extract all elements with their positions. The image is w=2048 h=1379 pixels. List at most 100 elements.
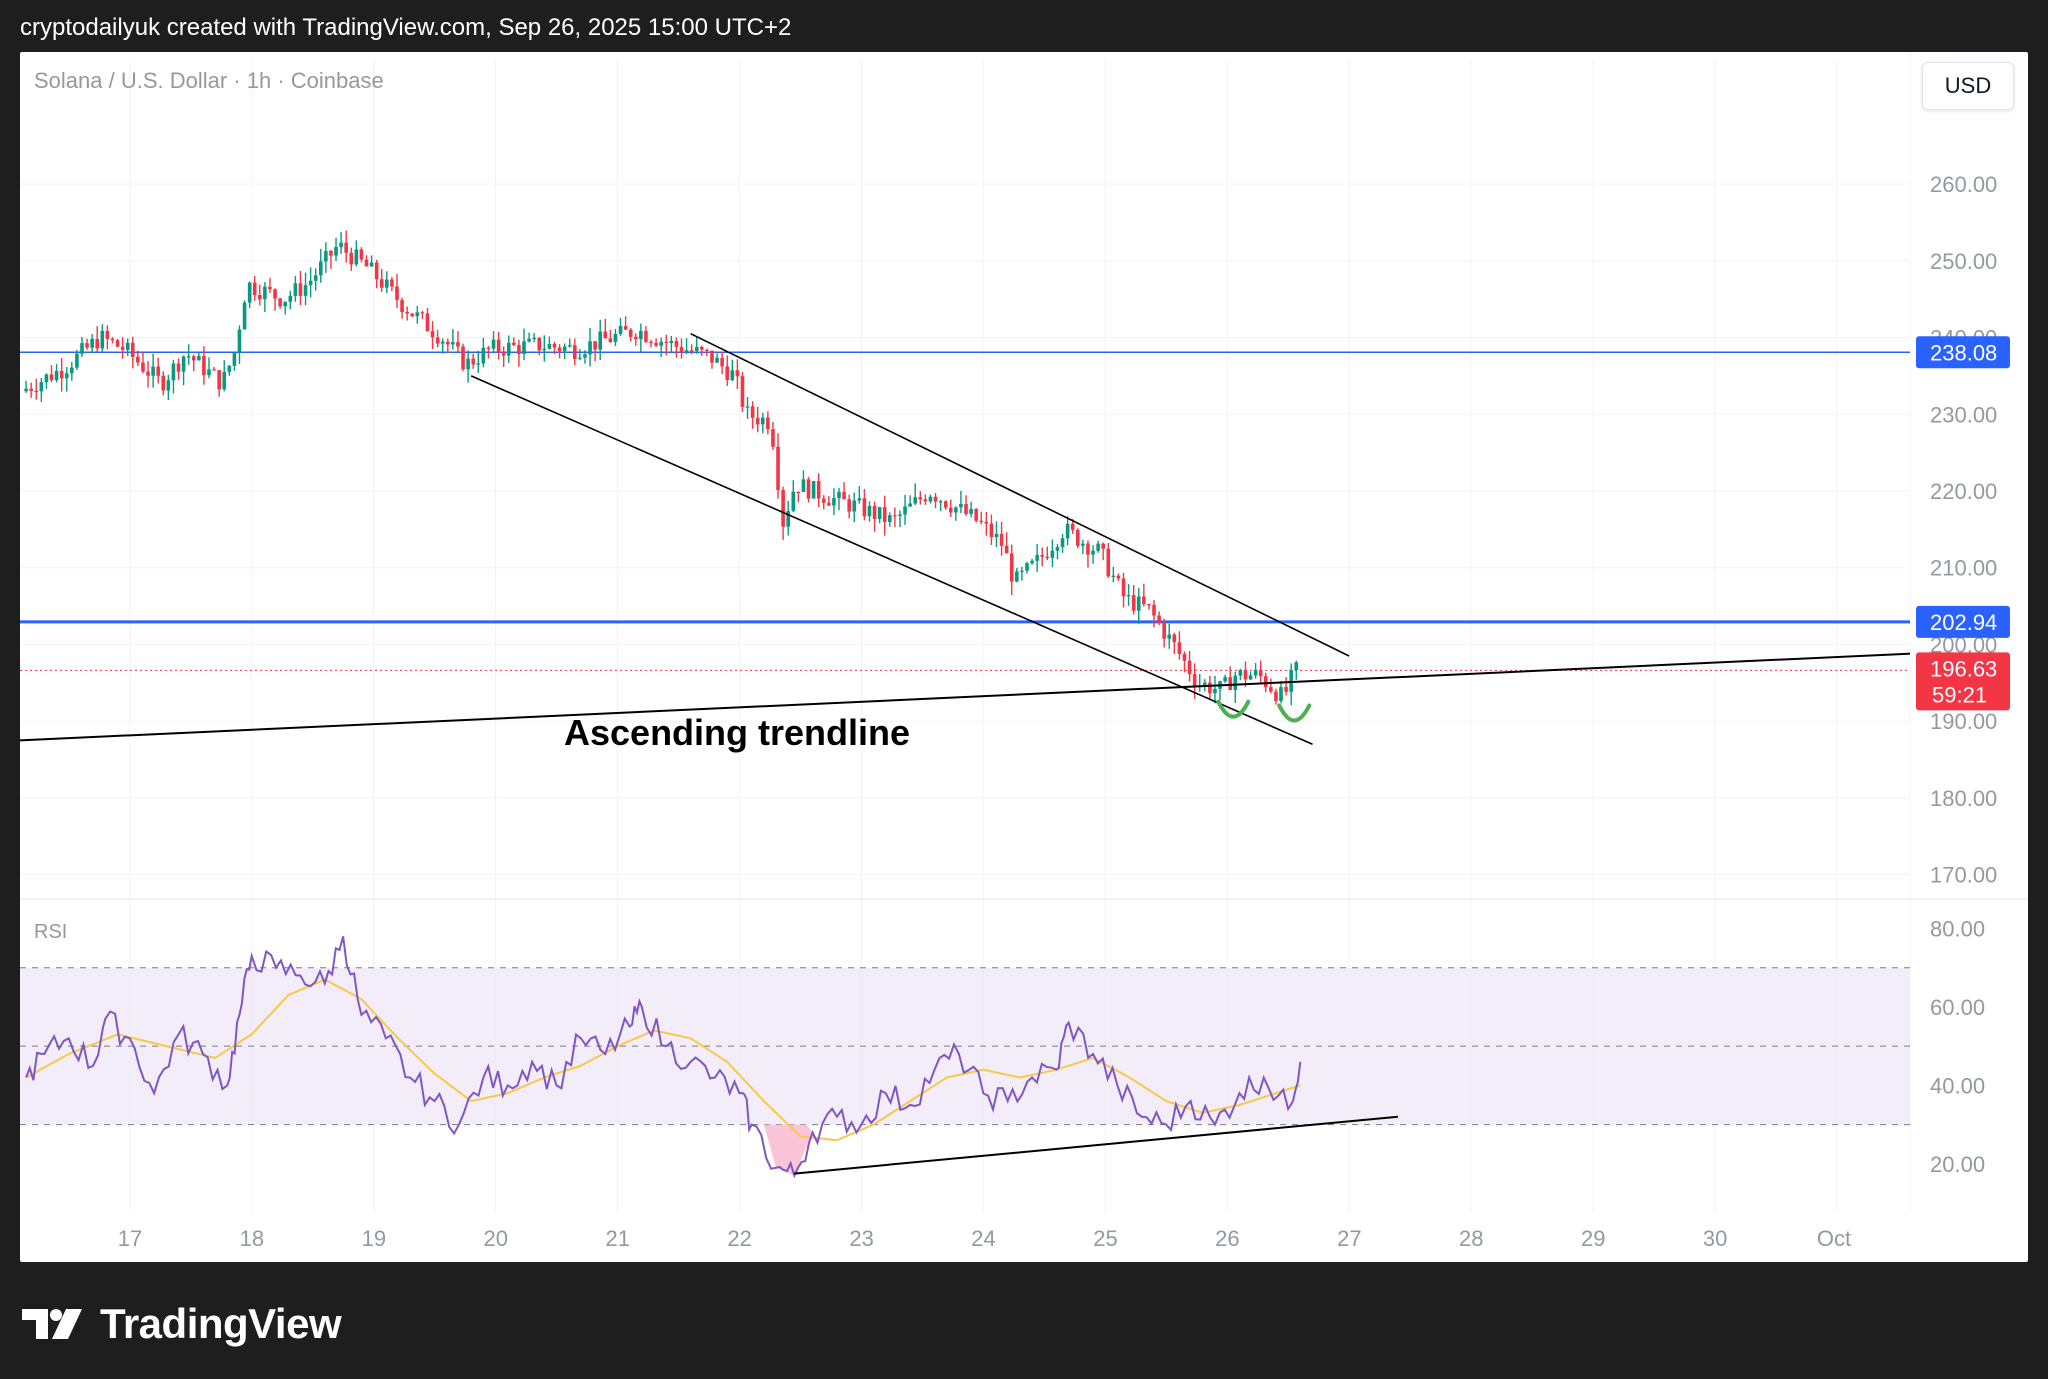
candle-body — [242, 302, 247, 330]
candle-body — [410, 313, 415, 317]
candle-body — [964, 504, 968, 514]
candle-body — [1116, 575, 1121, 579]
candle-body — [324, 251, 328, 262]
price-axis-label: 170.00 — [1930, 863, 1997, 888]
candle-body — [141, 362, 145, 372]
candle-body — [923, 499, 928, 502]
candle-body — [633, 336, 638, 340]
channel-lower-line[interactable] — [470, 375, 1313, 745]
candle-body — [979, 520, 984, 522]
candle-body — [263, 286, 267, 300]
tradingview-logo[interactable]: TradingView — [22, 1300, 342, 1348]
candle-body — [639, 330, 643, 340]
candle-body — [715, 357, 719, 363]
level-price-label: 238.08 — [1930, 340, 1997, 365]
candle-body — [354, 249, 359, 265]
candle-body — [1248, 675, 1253, 680]
candle-body — [405, 311, 409, 314]
candle-body — [64, 373, 69, 379]
candle-body — [933, 496, 938, 502]
time-axis-label: 21 — [605, 1226, 629, 1251]
candle-body — [618, 326, 623, 334]
rsi-axis-label: 40.00 — [1930, 1073, 1985, 1098]
candle-body — [1213, 688, 1217, 694]
candle-body — [202, 356, 206, 376]
candle-body — [1223, 677, 1227, 682]
price-axis-label: 230.00 — [1930, 402, 1997, 427]
candle-body — [593, 341, 597, 350]
candle-body — [1030, 560, 1034, 564]
candle-body — [90, 338, 94, 348]
candle-body — [821, 498, 826, 503]
candle-body — [476, 363, 481, 365]
ascending-trendline[interactable] — [19, 652, 1911, 742]
candle-body — [1055, 546, 1060, 551]
candle-body — [181, 356, 186, 372]
candle-body — [898, 514, 902, 516]
currency-button[interactable]: USD — [1922, 62, 2014, 110]
candle-body — [130, 342, 135, 357]
candle-body — [308, 280, 313, 286]
channel-upper-line[interactable] — [690, 332, 1350, 657]
candle-body — [44, 374, 49, 383]
candle-body — [720, 357, 724, 367]
candle-body — [349, 252, 354, 265]
symbol-label[interactable]: Solana / U.S. Dollar · 1h · Coinbase — [34, 68, 384, 94]
candle-body — [1121, 578, 1126, 597]
candle-body — [1172, 634, 1177, 643]
price-axis-label: 250.00 — [1930, 249, 1997, 274]
candle-body — [227, 365, 232, 372]
candle-body — [461, 346, 465, 370]
candle-body — [191, 356, 196, 361]
candle-body — [547, 343, 552, 349]
candle-body — [364, 259, 369, 267]
rsi-ascending-support-line[interactable] — [794, 1115, 1398, 1175]
candle-body — [268, 286, 272, 290]
price-axis-label: 180.00 — [1930, 786, 1997, 811]
candle-body — [161, 375, 166, 391]
candle-body — [740, 376, 745, 407]
candle-body — [217, 370, 221, 390]
candle-body — [755, 417, 760, 425]
time-axis-label: 17 — [118, 1226, 142, 1251]
candle-body — [1263, 676, 1268, 688]
candle-body — [750, 406, 755, 418]
candle-body — [501, 351, 506, 356]
candle-body — [1177, 642, 1182, 654]
candle-body — [862, 498, 867, 517]
chart-canvas[interactable]: 260.00250.00240.00230.00220.00210.00200.… — [0, 0, 2048, 1379]
candle-body — [273, 289, 277, 299]
candle-body — [512, 342, 516, 346]
candle-body — [166, 380, 171, 391]
candle-body — [456, 342, 460, 347]
candle-body — [313, 275, 318, 281]
time-axis-label: 28 — [1459, 1226, 1483, 1251]
candle-body — [115, 340, 120, 347]
candle-body — [303, 285, 308, 296]
time-axis-label: 26 — [1215, 1226, 1239, 1251]
candle-body — [1015, 571, 1019, 582]
candle-body — [1009, 553, 1014, 582]
candle-body — [669, 340, 674, 344]
rsi-axis-label: 20.00 — [1930, 1152, 1985, 1177]
candle-body — [857, 498, 862, 501]
candle-body — [674, 340, 679, 347]
candle-body — [893, 515, 897, 517]
time-axis-label: 18 — [240, 1226, 264, 1251]
candle-body — [156, 366, 160, 376]
candle-body — [1040, 555, 1045, 557]
candle-body — [842, 491, 846, 500]
candle-body — [913, 497, 918, 504]
candle-body — [608, 338, 613, 342]
candle-body — [1233, 675, 1238, 690]
candle-body — [59, 370, 64, 379]
candle-body — [430, 331, 435, 338]
candle-body — [532, 337, 536, 340]
candle-body — [298, 283, 303, 296]
candle-body — [171, 363, 176, 381]
candle-body — [445, 341, 450, 345]
candle-body — [466, 358, 470, 370]
candle-body — [1142, 596, 1146, 605]
candle-body — [278, 298, 282, 307]
candle-body — [816, 481, 821, 499]
